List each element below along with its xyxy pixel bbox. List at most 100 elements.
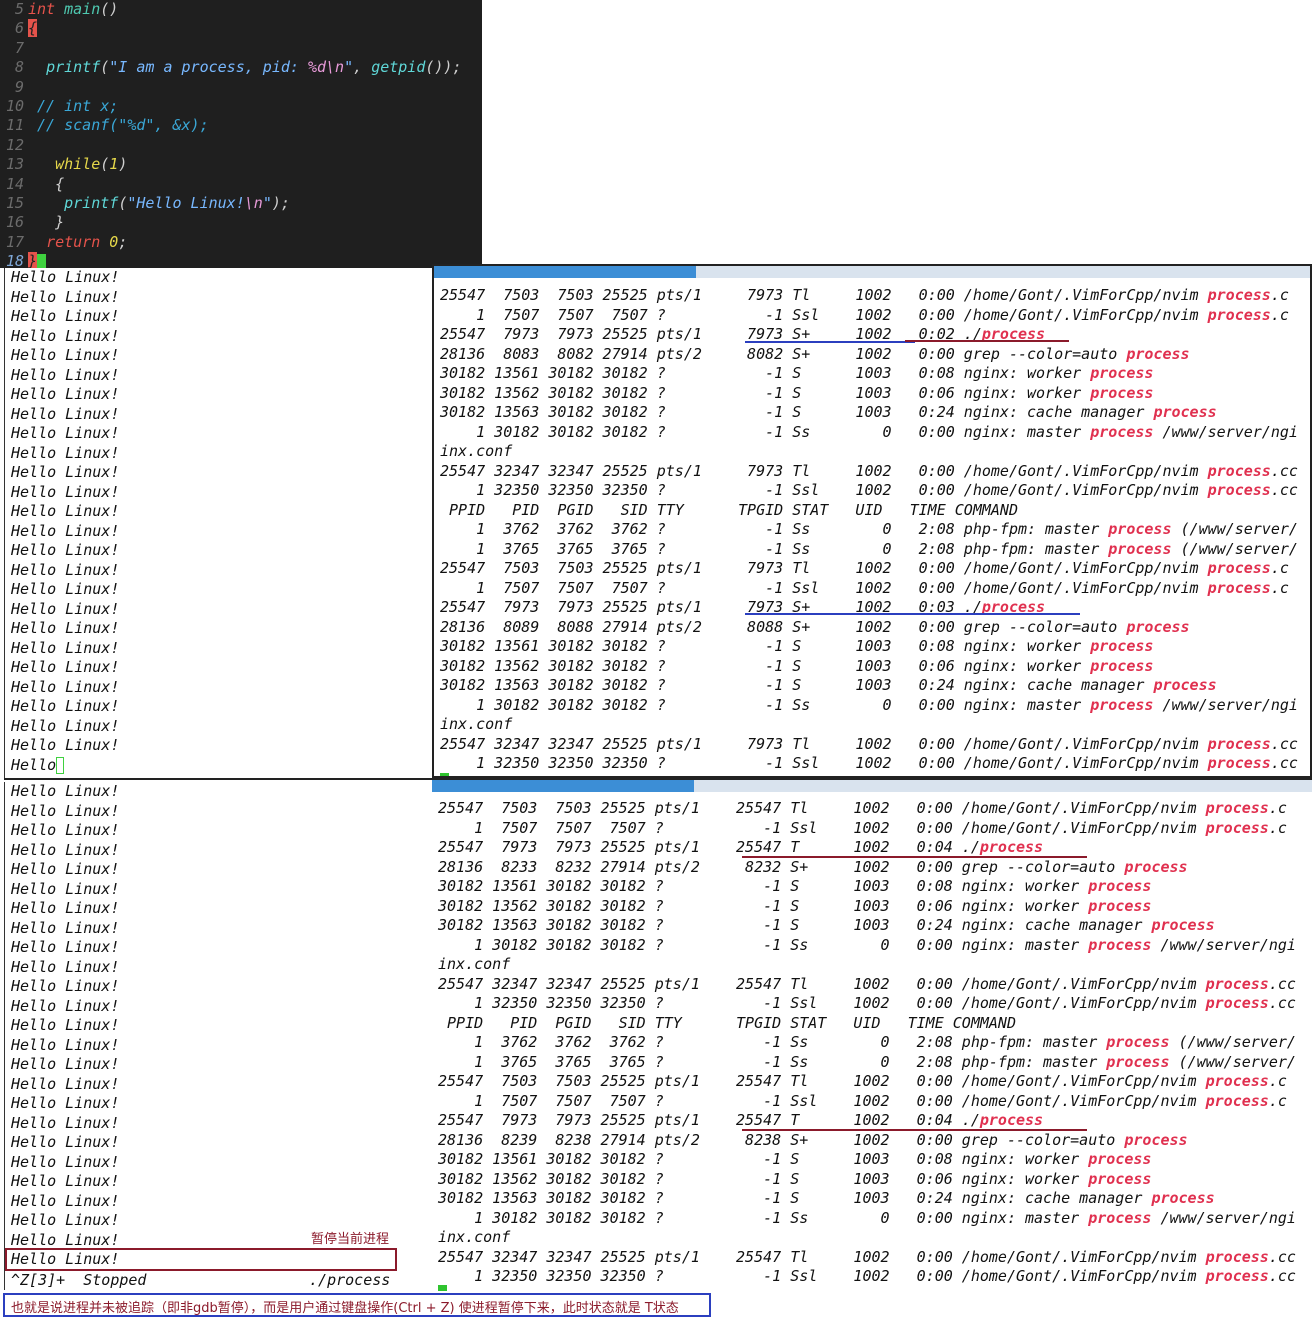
output-line: Hello Linux!: [11, 801, 120, 820]
grep-match: process: [1090, 637, 1154, 655]
grep-match: process: [1205, 974, 1269, 993]
ps-row: PPID PID PGID SID TTY TPGID STAT UID TIM…: [440, 500, 1018, 519]
grep-match: process: [979, 838, 1044, 856]
ps-row: 30182 13562 30182 30182 ? -1 S 1003 0:06…: [438, 1169, 1152, 1188]
output-line: Hello Linux!: [11, 1074, 120, 1093]
ps-row: 30182 13563 30182 30182 ? -1 S 1003 0:24…: [440, 676, 1217, 694]
editor-line[interactable]: 16 }: [0, 213, 482, 232]
grep-match: process: [1205, 994, 1269, 1012]
underline-red-1: [905, 340, 1069, 342]
grep-match: process: [1205, 818, 1269, 837]
output-line: Hello Linux!: [11, 1055, 120, 1073]
ps-row: 25547 7973 7973 25525 pts/1 25547 T 1002…: [438, 1111, 1044, 1129]
grep-match: process: [1090, 364, 1154, 382]
grep-match: process: [1207, 481, 1271, 499]
editor-line[interactable]: 15 printf("Hello Linux!\n");: [0, 194, 482, 213]
output-line: Hello Linux!: [11, 1035, 120, 1054]
line-number: 8: [14, 58, 24, 77]
output-line: Hello Linux!: [11, 899, 120, 917]
bottom-active-tab[interactable]: [432, 780, 694, 792]
output-line: Hello Linux!: [11, 1133, 120, 1151]
vim-editor[interactable]: 5 int main() 6{7 8 printf("I am a process, …: [0, 0, 482, 268]
grep-match: process: [1207, 305, 1271, 324]
underline-red-3: [742, 1129, 1087, 1131]
top-active-tab[interactable]: [434, 266, 696, 278]
output-line: Hello Linux!: [11, 560, 120, 579]
ps-row: inx.conf: [438, 955, 511, 973]
editor-line[interactable]: 9: [0, 78, 482, 97]
explanation-text: 也就是说进程并未被追踪（即非gdb暂停），而是用户通过键盘操作(Ctrl + Z…: [11, 1301, 679, 1316]
line-number: 6: [14, 19, 24, 38]
line-number: 18: [5, 252, 24, 268]
editor-line[interactable]: 12: [0, 136, 482, 155]
line-number: 10: [5, 97, 24, 115]
ps-row: 25547 32347 32347 25525 pts/1 7973 Tl 10…: [440, 734, 1298, 753]
editor-line[interactable]: 13 while(1): [0, 155, 482, 174]
output-line: Hello Linux!: [11, 424, 120, 442]
line-number: 17: [5, 232, 24, 251]
ps-row: 1 30182 30182 30182 ? -1 Ss 0 0:00 nginx…: [438, 1208, 1296, 1227]
ps-row: 1 7507 7507 7507 ? -1 Ssl 1002 0:00 /hom…: [440, 578, 1289, 597]
editor-line[interactable]: 5 int main(): [0, 0, 482, 19]
output-line: Hello Linux!: [11, 268, 120, 286]
output-line: Hello Linux!: [11, 502, 120, 520]
output-line: Hello Linux!: [11, 977, 120, 995]
editor-line[interactable]: 18}: [0, 252, 482, 268]
ps-row: 1 30182 30182 30182 ? -1 Ss 0 0:00 nginx…: [438, 935, 1296, 954]
line-number: 12: [5, 135, 24, 154]
output-line: Hello Linux!: [11, 821, 120, 839]
ps-row: inx.conf: [440, 442, 513, 460]
top-terminal-output[interactable]: Hello Linux! Hello Linux! Hello Linux! Hell…: [4, 268, 433, 778]
output-line: Hello Linux!: [11, 619, 120, 637]
output-line: Hello Linux!: [11, 365, 120, 384]
editor-line[interactable]: 17 return 0;: [0, 233, 482, 252]
code-text: printf("Hello Linux!\n");: [64, 194, 290, 212]
editor-line[interactable]: 6{: [0, 19, 482, 38]
code-text: int main(): [28, 0, 119, 18]
grep-match: process: [1090, 383, 1154, 402]
output-line: Hello Linux!: [11, 385, 120, 403]
ps-row: 25547 7503 7503 25525 pts/1 25547 Tl 100…: [438, 799, 1287, 817]
ps-row: 30182 13561 30182 30182 ? -1 S 1003 0:08…: [438, 1150, 1152, 1168]
grep-match: process: [1153, 403, 1217, 421]
editor-line[interactable]: 8 printf("I am a process, pid: %d\n", ge…: [0, 58, 482, 77]
code-text: // int x;: [37, 97, 119, 115]
grep-match: process: [1207, 734, 1271, 753]
grep-match: process: [1153, 676, 1217, 694]
output-line: Hello Linux!: [11, 1211, 120, 1229]
editor-line[interactable]: 10 // int x;: [0, 97, 482, 116]
line-number: 11: [5, 116, 24, 135]
code-text: }: [28, 252, 47, 268]
output-line: Hello Linux!: [11, 541, 120, 559]
output-line: Hello Linux!: [11, 918, 120, 937]
output-line: Hello Linux!: [11, 599, 120, 618]
ps-row: 1 32350 32350 32350 ? -1 Ssl 1002 0:00 /…: [440, 754, 1298, 772]
output-line: Hello Linux!: [11, 996, 120, 1015]
output-line: Hello Linux!: [11, 716, 120, 735]
bottom-terminal-output[interactable]: Hello Linux! Hello Linux! Hello Linux! Hell…: [4, 782, 433, 1290]
editor-line[interactable]: 11 // scanf("%d", &x);: [0, 116, 482, 135]
output-line: Hello Linux!: [11, 879, 120, 898]
output-line: Hello Linux!: [11, 840, 120, 859]
ps-row: 1 30182 30182 30182 ? -1 Ss 0 0:00 nginx…: [440, 695, 1298, 714]
output-line: Hello Linux!: [11, 1152, 120, 1171]
grep-match: process: [1207, 461, 1271, 480]
output-line: Hello Linux!: [11, 860, 120, 878]
grep-match: process: [1151, 1189, 1215, 1207]
editor-line[interactable]: 7: [0, 39, 482, 58]
ps-row: 30182 13562 30182 30182 ? -1 S 1003 0:06…: [440, 383, 1154, 402]
ps-row: 30182 13561 30182 30182 ? -1 S 1003 0:08…: [440, 364, 1154, 382]
ps-row: 28136 8089 8088 27914 pts/2 8088 S+ 1002…: [440, 617, 1190, 636]
grep-match: process: [1088, 896, 1152, 915]
ps-row: 25547 7503 7503 25525 pts/1 25547 Tl 100…: [438, 1072, 1287, 1090]
grep-match: process: [1126, 617, 1190, 636]
editor-line[interactable]: 14 {: [0, 175, 482, 194]
grep-match: process: [1088, 935, 1152, 954]
ps-row: 1 3762 3762 3762 ? -1 Ss 0 2:08 php-fpm:…: [438, 1033, 1296, 1051]
ps-row: 28136 8233 8232 27914 pts/2 8232 S+ 1002…: [438, 857, 1188, 876]
grep-match: process: [1088, 1169, 1152, 1188]
output-line: Hello Linux!: [11, 404, 120, 423]
ps-row: 25547 32347 32347 25525 pts/1 25547 Tl 1…: [438, 1247, 1296, 1266]
explanation-box: 也就是说进程并未被追踪（即非gdb暂停），而是用户通过键盘操作(Ctrl + Z…: [3, 1293, 711, 1317]
bottom-tab-rest: [694, 780, 1312, 792]
